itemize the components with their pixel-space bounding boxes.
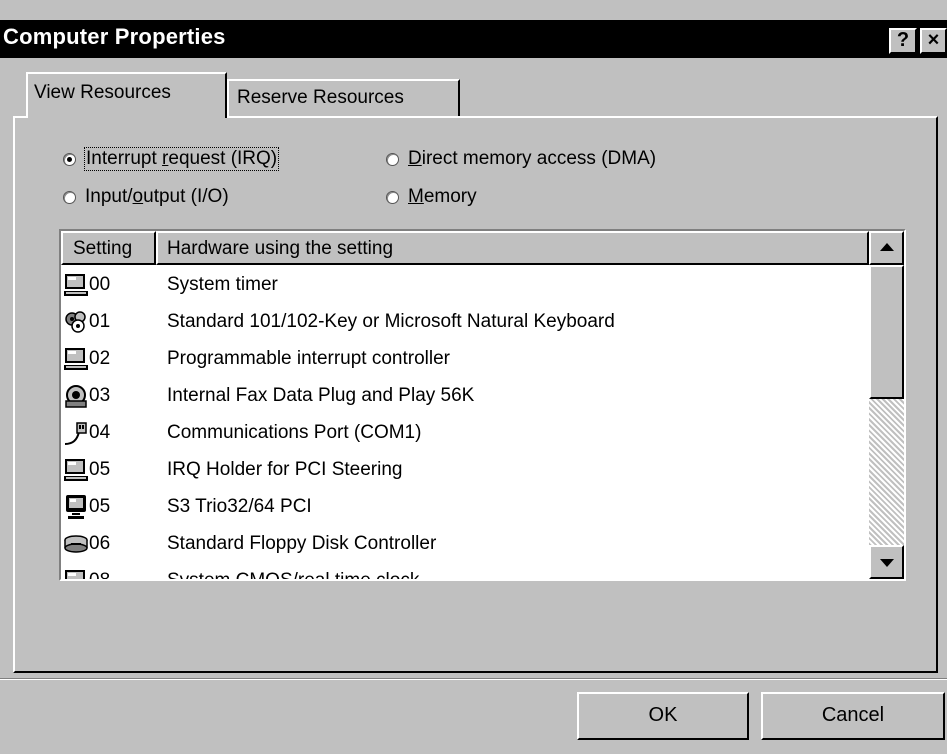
- row-hardware: Standard Floppy Disk Controller: [167, 533, 437, 554]
- radio-io-label: Input/output (I/O): [85, 186, 229, 207]
- radio-io[interactable]: Input/output (I/O): [63, 186, 229, 208]
- row-hardware: System timer: [167, 274, 278, 295]
- scroll-down-button[interactable]: [869, 545, 904, 579]
- row-setting: 04: [89, 422, 111, 443]
- row-hardware: Internal Fax Data Plug and Play 56K: [167, 385, 475, 406]
- footer-divider: [0, 678, 947, 680]
- radio-memory-circle[interactable]: [386, 190, 399, 204]
- row-setting: 05: [89, 459, 111, 480]
- radio-dma-circle[interactable]: [386, 152, 399, 166]
- column-header-setting[interactable]: Setting: [61, 231, 156, 265]
- computer-icon: [65, 570, 85, 579]
- table-row[interactable]: 04 Communications Port (COM1): [61, 415, 869, 452]
- row-hardware: Programmable interrupt controller: [167, 348, 451, 369]
- row-hardware: Communications Port (COM1): [167, 422, 422, 443]
- table-row[interactable]: 06 Standard Floppy Disk Controller: [61, 526, 869, 563]
- tab-view-resources[interactable]: View Resources: [26, 72, 227, 118]
- tab-reserve-resources-label: Reserve Resources: [237, 87, 404, 108]
- vertical-scrollbar[interactable]: [869, 231, 904, 579]
- port-icon: [64, 422, 87, 445]
- radio-dma[interactable]: Direct memory access (DMA): [386, 148, 656, 170]
- table-row[interactable]: 05 IRQ Holder for PCI Steering: [61, 452, 869, 489]
- radio-dma-label: Direct memory access (DMA): [408, 148, 657, 169]
- radio-memory[interactable]: Memory: [386, 186, 477, 208]
- row-setting: 06: [89, 533, 111, 554]
- table-row[interactable]: 00 System timer: [61, 267, 869, 304]
- row-setting: 08: [89, 570, 110, 579]
- computer-properties-dialog: Computer Properties ? × View Resources R…: [0, 0, 947, 754]
- table-row[interactable]: 02 Programmable interrupt controller: [61, 341, 869, 378]
- tab-view-resources-label: View Resources: [34, 82, 171, 103]
- row-hardware: Standard 101/102-Key or Microsoft Natura…: [167, 311, 615, 332]
- arrow-down-icon: [880, 559, 894, 567]
- row-setting: 05: [89, 496, 111, 517]
- arrow-up-icon: [880, 243, 894, 251]
- computer-icon: [64, 459, 88, 481]
- keyboard-icon: [65, 311, 86, 333]
- column-header-hardware[interactable]: Hardware using the setting: [156, 231, 869, 265]
- radio-irq-circle[interactable]: [63, 152, 76, 166]
- table-row[interactable]: 01 Standard 101/102-Key or Microsoft Nat…: [61, 304, 869, 341]
- radio-io-circle[interactable]: [63, 190, 76, 204]
- window-title: Computer Properties: [3, 24, 226, 49]
- monitor-icon: [66, 495, 86, 519]
- row-hardware: IRQ Holder for PCI Steering: [167, 459, 403, 480]
- resource-list-viewport: Setting Hardware using the setting 00 Sy…: [61, 231, 869, 579]
- row-setting: 03: [89, 385, 111, 406]
- table-row[interactable]: 03 Internal Fax Data Plug and Play 56K: [61, 378, 869, 415]
- scrollbar-thumb[interactable]: [869, 265, 904, 399]
- computer-icon: [64, 274, 88, 296]
- close-button[interactable]: ×: [920, 28, 947, 54]
- radio-memory-label: Memory: [408, 186, 477, 207]
- table-row[interactable]: 05 S3 Trio32/64 PCI: [61, 489, 869, 526]
- modem-icon: [65, 385, 87, 408]
- tab-reserve-resources[interactable]: Reserve Resources: [227, 79, 460, 116]
- row-hardware: S3 Trio32/64 PCI: [167, 496, 312, 517]
- title-bar[interactable]: Computer Properties ? ×: [0, 20, 947, 58]
- scroll-up-button[interactable]: [869, 231, 904, 265]
- row-setting: 02: [89, 348, 111, 369]
- floppy-controller-icon: [64, 535, 88, 553]
- ok-button[interactable]: OK: [577, 692, 749, 740]
- resource-list[interactable]: Setting Hardware using the setting 00 Sy…: [59, 229, 906, 581]
- row-setting: 01: [89, 311, 111, 332]
- resource-rows: 00 System timer 01 Standard 101/102-Key …: [61, 267, 869, 579]
- help-button[interactable]: ?: [889, 28, 917, 54]
- row-hardware: System CMOS/real time clock: [167, 570, 419, 579]
- cancel-button[interactable]: Cancel: [761, 692, 945, 740]
- row-setting: 00: [89, 274, 111, 295]
- computer-icon: [64, 348, 88, 370]
- table-row[interactable]: 08 System CMOS/real time clock: [61, 563, 869, 579]
- radio-irq[interactable]: Interrupt request (IRQ): [63, 147, 280, 171]
- radio-irq-label: Interrupt request (IRQ): [83, 147, 280, 171]
